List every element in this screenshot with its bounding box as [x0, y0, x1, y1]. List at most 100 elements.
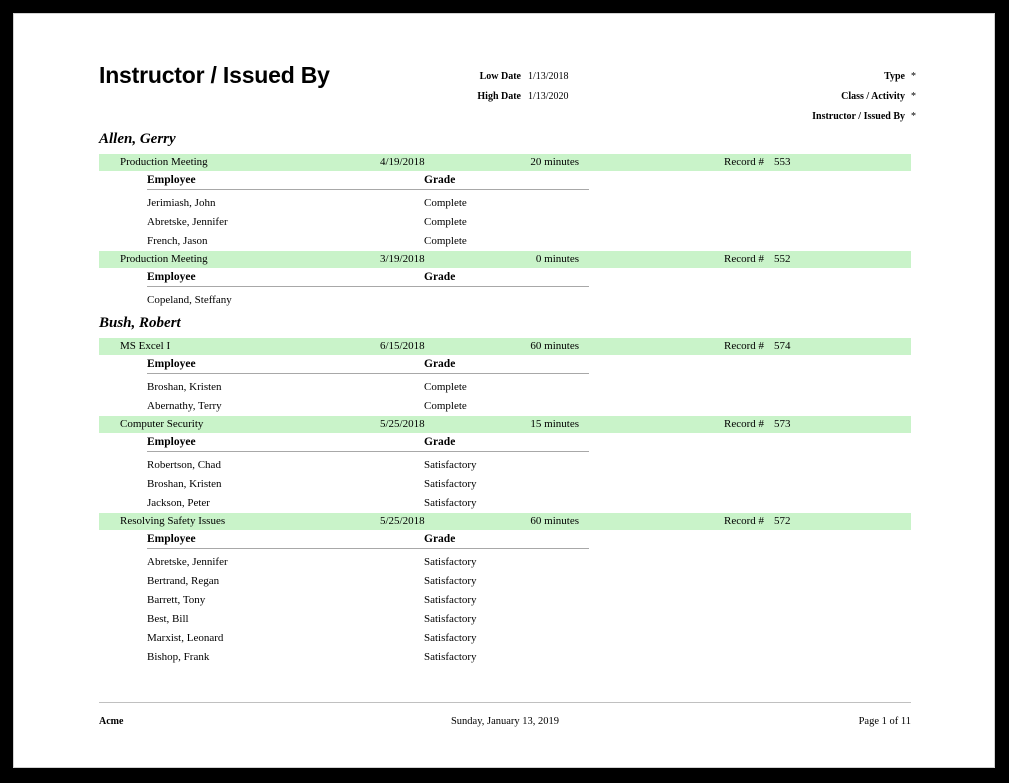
column-header-grade: Grade [424, 533, 456, 545]
table-row: Jackson, Peter Satisfactory [99, 494, 911, 513]
employee-grade: Satisfactory [424, 613, 477, 625]
class-duration: 60 minutes [530, 340, 579, 352]
column-header-employee: Employee [147, 174, 196, 186]
screenshot-frame: Instructor / Issued By Low Date 1/13/201… [0, 0, 1009, 783]
employee-grade: Satisfactory [424, 478, 477, 490]
report-header: Instructor / Issued By Low Date 1/13/201… [14, 14, 994, 126]
employee-grade: Satisfactory [424, 459, 477, 471]
column-header-employee: Employee [147, 358, 196, 370]
table-row: Robertson, Chad Satisfactory [99, 456, 911, 475]
record-number-value: 574 [774, 340, 791, 352]
employee-table: Employee Grade Broshan, Kristen Complete Abe… [99, 355, 911, 416]
employee-name: Best, Bill [147, 613, 189, 625]
page-title: Instructor / Issued By [99, 62, 330, 88]
report-page: Instructor / Issued By Low Date 1/13/201… [13, 13, 995, 768]
table-row: Bertrand, Regan Satisfactory [99, 572, 911, 591]
employee-grade: Satisfactory [424, 556, 477, 568]
class-date: 5/25/2018 [380, 418, 425, 430]
report-footer: Acme Sunday, January 13, 2019 Page 1 of … [99, 702, 911, 742]
table-row: Jerimiash, John Complete [99, 194, 911, 213]
table-row: Best, Bill Satisfactory [99, 610, 911, 629]
table-row: Broshan, Kristen Complete [99, 378, 911, 397]
record-number-value: 553 [774, 156, 791, 168]
class-record: Production Meeting 4/19/2018 20 minutes Rec… [14, 154, 994, 251]
employee-table: Employee Grade Abretske, Jennifer Satisfact… [99, 530, 911, 667]
instructor-name: Bush, Robert [99, 315, 181, 331]
employee-grade: Complete [424, 400, 467, 412]
class-name: Production Meeting [120, 156, 208, 168]
footer-date: Sunday, January 13, 2019 [450, 716, 560, 727]
class-date: 3/19/2018 [380, 253, 425, 265]
class-date: 6/15/2018 [380, 340, 425, 352]
employee-name: Copeland, Steffany [147, 294, 232, 306]
column-header-employee: Employee [147, 533, 196, 545]
column-header-grade: Grade [424, 271, 456, 283]
type-label: Type [884, 71, 905, 82]
employee-name: Barrett, Tony [147, 594, 206, 606]
high-date-label: High Date [477, 91, 521, 102]
record-number-label: Record # [723, 340, 764, 352]
instructor-group: Bush, Robert MS Excel I 6/15/2018 60 minute… [14, 310, 994, 667]
class-record: Computer Security 5/25/2018 15 minutes Reco… [14, 416, 994, 513]
table-row: Copeland, Steffany [99, 291, 911, 310]
instructor-name: Allen, Gerry [99, 131, 176, 147]
employee-name: Bertrand, Regan [147, 575, 220, 587]
employee-name: Marxist, Leonard [147, 632, 224, 644]
class-duration: 15 minutes [530, 418, 579, 430]
class-record: Production Meeting 3/19/2018 0 minutes Reco… [14, 251, 994, 310]
report-body: Allen, Gerry Production Meeting 4/19/2018 2… [14, 126, 994, 667]
instructor-filter-value: * [911, 111, 916, 122]
employee-name: Abernathy, Terry [147, 400, 222, 412]
employee-table-header: Employee Grade [99, 355, 911, 374]
record-number-label: Record # [723, 253, 764, 265]
class-record-band: MS Excel I 6/15/2018 60 minutes Record # 574 [99, 338, 911, 355]
class-name: Resolving Safety Issues [120, 515, 226, 527]
record-number-label: Record # [723, 418, 764, 430]
table-row: Barrett, Tony Satisfactory [99, 591, 911, 610]
report-content: Instructor / Issued By Low Date 1/13/201… [14, 14, 994, 767]
instructor-filter-label: Instructor / Issued By [812, 111, 905, 122]
employee-grade: Complete [424, 235, 467, 247]
employee-table: Employee Grade Copeland, Steffany [99, 268, 911, 310]
table-row: Abretske, Jennifer Complete [99, 213, 911, 232]
record-number-value: 552 [774, 253, 791, 265]
column-header-grade: Grade [424, 436, 456, 448]
parameter-group-filters: Type * Class / Activity * Instructor / I… [574, 67, 974, 127]
record-number-label: Record # [723, 515, 764, 527]
employee-name: Jerimiash, John [147, 197, 216, 209]
employee-grade: Satisfactory [424, 594, 477, 606]
parameter-row-instructor: Instructor / Issued By * [574, 107, 974, 127]
table-row: Broshan, Kristen Satisfactory [99, 475, 911, 494]
employee-grade: Satisfactory [424, 632, 477, 644]
record-number-value: 572 [774, 515, 791, 527]
class-record-band: Production Meeting 3/19/2018 0 minutes Reco… [99, 251, 911, 268]
employee-table: Employee Grade Robertson, Chad Satisfactory… [99, 433, 911, 513]
employee-name: French, Jason [147, 235, 208, 247]
column-header-employee: Employee [147, 436, 196, 448]
class-duration: 60 minutes [530, 515, 579, 527]
employee-name: Jackson, Peter [147, 497, 210, 509]
record-number-label: Record # [723, 156, 764, 168]
employee-name: Broshan, Kristen [147, 478, 222, 490]
column-header-grade: Grade [424, 358, 456, 370]
employee-name: Abretske, Jennifer [147, 216, 228, 228]
type-value: * [911, 71, 916, 82]
employee-table-header: Employee Grade [99, 268, 911, 287]
class-date: 5/25/2018 [380, 515, 425, 527]
employee-table-header: Employee Grade [99, 433, 911, 452]
table-row: Abretske, Jennifer Satisfactory [99, 553, 911, 572]
employee-grade: Satisfactory [424, 575, 477, 587]
class-name: MS Excel I [120, 340, 171, 352]
class-name: Computer Security [120, 418, 204, 430]
employee-name: Robertson, Chad [147, 459, 221, 471]
employee-grade: Satisfactory [424, 651, 477, 663]
parameter-row-type: Type * [574, 67, 974, 87]
class-record-band: Resolving Safety Issues 5/25/2018 60 minut… [99, 513, 911, 530]
column-header-grade: Grade [424, 174, 456, 186]
class-date: 4/19/2018 [380, 156, 425, 168]
low-date-label: Low Date [479, 71, 521, 82]
footer-divider [99, 702, 911, 703]
class-activity-value: * [911, 91, 916, 102]
class-duration: 20 minutes [530, 156, 579, 168]
record-number-value: 573 [774, 418, 791, 430]
